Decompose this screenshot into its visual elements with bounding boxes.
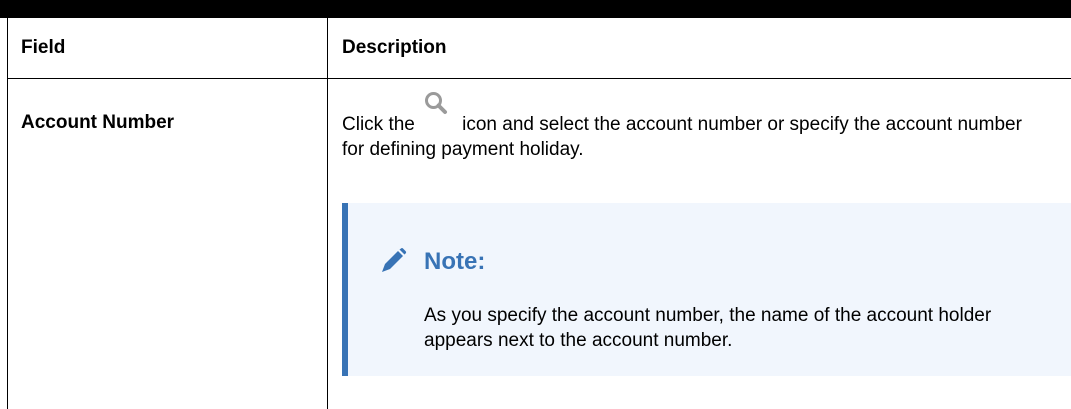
field-account-number: Account Number (21, 112, 175, 133)
column-header-description: Description (342, 37, 447, 58)
description-text-start: Click the (342, 114, 415, 135)
header-row-divider (7, 78, 1071, 79)
column-divider (327, 18, 328, 409)
note-title: Note: (424, 248, 486, 275)
note-body: As you specify the account number, the n… (424, 305, 992, 351)
pencil-icon (379, 247, 407, 275)
table-top-rule (0, 0, 1071, 18)
field-description: Click the icon and select the account nu… (342, 92, 1042, 162)
table-left-border (7, 18, 8, 409)
column-header-field: Field (21, 37, 66, 58)
note-callout: Note: As you specify the account number,… (342, 203, 1071, 376)
search-icon (415, 92, 457, 134)
